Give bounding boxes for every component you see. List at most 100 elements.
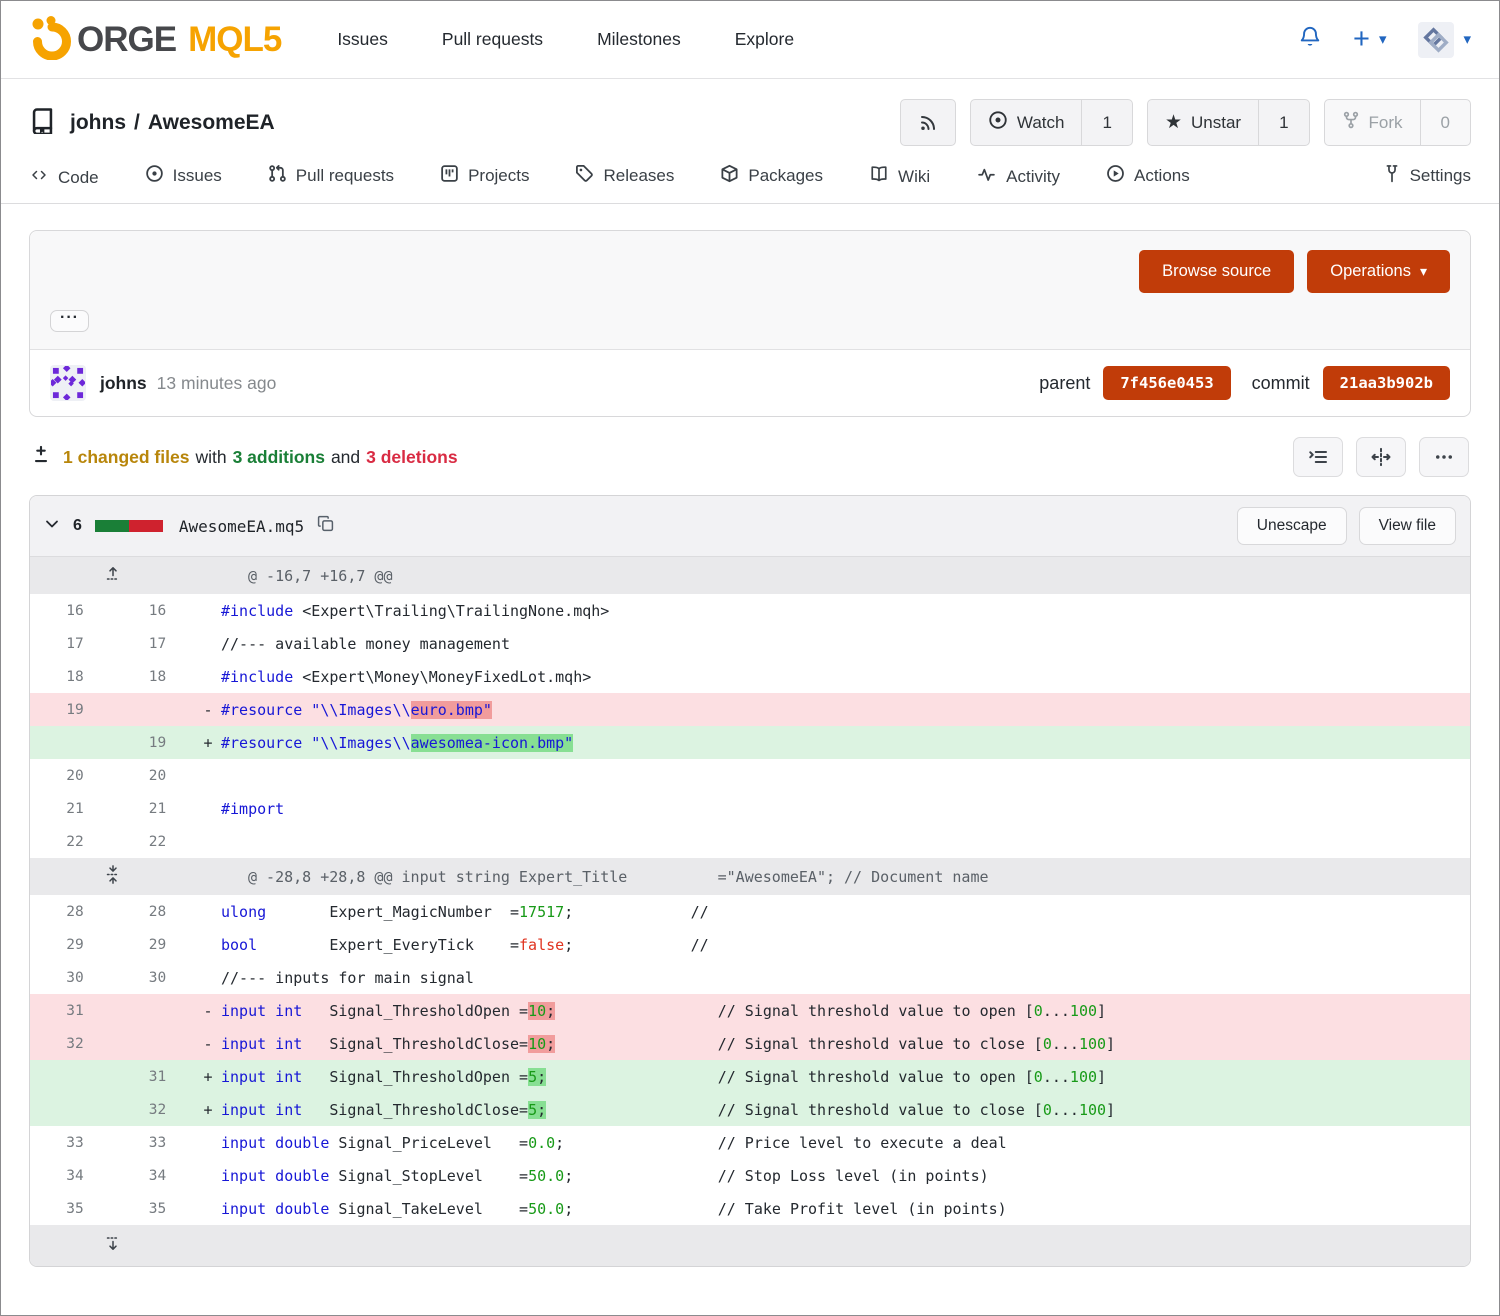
tab-issues[interactable]: Issues xyxy=(145,164,222,203)
split-view-button[interactable] xyxy=(1356,437,1406,477)
old-line-number[interactable] xyxy=(30,1093,120,1126)
tab-activity[interactable]: Activity xyxy=(976,166,1060,203)
old-line-number[interactable]: 20 xyxy=(30,759,120,792)
pulse-icon xyxy=(976,166,997,188)
tab-actions[interactable]: Actions xyxy=(1106,164,1190,203)
fork-button[interactable]: Fork 0 xyxy=(1324,99,1471,146)
old-line-number[interactable]: 34 xyxy=(30,1159,120,1192)
repo-owner-link[interactable]: johns xyxy=(70,111,126,135)
old-line-number[interactable]: 28 xyxy=(30,895,120,928)
tab-wiki[interactable]: Wiki xyxy=(869,165,930,203)
tab-projects[interactable]: Projects xyxy=(440,164,529,203)
unstar-button[interactable]: ★ Unstar 1 xyxy=(1147,99,1310,146)
commit-hash-button[interactable]: 21aa3b902b xyxy=(1323,366,1450,400)
file-tree-toggle-button[interactable] xyxy=(1293,437,1343,477)
nav-item-milestones[interactable]: Milestones xyxy=(597,29,681,50)
collapse-file-chevron-icon[interactable] xyxy=(44,516,60,537)
tab-code[interactable]: Code xyxy=(29,167,99,203)
old-line-number[interactable] xyxy=(30,1060,120,1093)
diff-options-ellipsis-button[interactable] xyxy=(1419,437,1469,477)
code-segment: ... xyxy=(1043,1068,1070,1086)
browse-source-button[interactable]: Browse source xyxy=(1139,250,1294,293)
repo-book-icon xyxy=(29,107,56,139)
old-line-number[interactable]: 31 xyxy=(30,994,120,1027)
project-board-icon xyxy=(440,164,459,188)
code-segment: 10 xyxy=(528,1035,546,1053)
new-line-number[interactable] xyxy=(120,693,195,726)
new-line-number[interactable]: 19 xyxy=(120,726,195,759)
code-segment: input double xyxy=(221,1167,329,1185)
operations-dropdown[interactable]: Operations ▾ xyxy=(1307,250,1450,293)
new-line-number[interactable]: 35 xyxy=(120,1192,195,1225)
code-segment: #resource xyxy=(221,734,302,752)
old-line-number[interactable]: 19 xyxy=(30,693,120,726)
expand-both-icon[interactable] xyxy=(30,858,195,895)
old-line-number[interactable]: 30 xyxy=(30,961,120,994)
unescape-button[interactable]: Unescape xyxy=(1237,507,1347,545)
old-line-number[interactable]: 16 xyxy=(30,594,120,627)
old-line-number[interactable]: 35 xyxy=(30,1192,120,1225)
new-line-number[interactable] xyxy=(120,1027,195,1060)
new-line-number[interactable]: 18 xyxy=(120,660,195,693)
code-segment: //--- available money management xyxy=(221,635,510,653)
watch-count[interactable]: 1 xyxy=(1081,100,1131,145)
code-line: input int Signal_ThresholdClose=5; // Si… xyxy=(221,1093,1470,1126)
old-line-number[interactable]: 29 xyxy=(30,928,120,961)
tab-packages[interactable]: Packages xyxy=(720,164,823,203)
repo-name-link[interactable]: AwesomeEA xyxy=(148,111,275,135)
parent-hash-button[interactable]: 7f456e0453 xyxy=(1103,366,1230,400)
expand-commit-message-button[interactable]: ··· xyxy=(50,310,89,332)
rss-button[interactable] xyxy=(900,99,956,146)
old-line-number[interactable]: 21 xyxy=(30,792,120,825)
new-line-number[interactable]: 21 xyxy=(120,792,195,825)
fork-count[interactable]: 0 xyxy=(1420,100,1470,145)
old-line-number[interactable]: 32 xyxy=(30,1027,120,1060)
user-avatar xyxy=(1418,22,1454,58)
new-line-number[interactable]: 32 xyxy=(120,1093,195,1126)
author-avatar[interactable] xyxy=(50,365,86,401)
star-count[interactable]: 1 xyxy=(1258,100,1308,145)
code-line: #resource "\\Images\\awesomea-icon.bmp" xyxy=(221,726,1470,759)
new-line-number[interactable]: 20 xyxy=(120,759,195,792)
new-line-number[interactable] xyxy=(120,994,195,1027)
nav-item-explore[interactable]: Explore xyxy=(735,29,794,50)
view-file-button[interactable]: View file xyxy=(1359,507,1456,545)
old-line-number[interactable] xyxy=(30,726,120,759)
tab-pull-requests[interactable]: Pull requests xyxy=(268,164,394,203)
copy-filename-icon[interactable] xyxy=(317,515,334,537)
diff-line-del: 31-input int Signal_ThresholdOpen =10; /… xyxy=(30,994,1470,1027)
new-line-number[interactable]: 16 xyxy=(120,594,195,627)
old-line-number[interactable]: 22 xyxy=(30,825,120,858)
expand-up-icon[interactable] xyxy=(30,557,195,594)
nav-item-pull-requests[interactable]: Pull requests xyxy=(442,29,543,50)
new-line-number[interactable]: 28 xyxy=(120,895,195,928)
code-segment: 50.0 xyxy=(528,1200,564,1218)
new-line-number[interactable]: 17 xyxy=(120,627,195,660)
diff-marker xyxy=(195,627,221,660)
new-line-number[interactable]: 33 xyxy=(120,1126,195,1159)
code-segment: 50.0 xyxy=(528,1167,564,1185)
old-line-number[interactable]: 18 xyxy=(30,660,120,693)
new-line-number[interactable]: 29 xyxy=(120,928,195,961)
diff-filename[interactable]: AwesomeEA.mq5 xyxy=(179,517,304,536)
new-line-number[interactable]: 34 xyxy=(120,1159,195,1192)
code-segment: ; // xyxy=(564,936,709,954)
old-line-number[interactable]: 17 xyxy=(30,627,120,660)
old-line-number[interactable]: 33 xyxy=(30,1126,120,1159)
new-line-number[interactable]: 22 xyxy=(120,825,195,858)
user-menu[interactable]: ▾ xyxy=(1418,22,1471,58)
tab-releases[interactable]: Releases xyxy=(575,164,674,203)
watch-button[interactable]: Watch 1 xyxy=(970,99,1133,146)
changed-files-count[interactable]: 1 changed files xyxy=(63,447,189,468)
create-new-button[interactable]: + ▾ xyxy=(1353,25,1386,54)
nav-item-issues[interactable]: Issues xyxy=(337,29,388,50)
new-line-number[interactable]: 30 xyxy=(120,961,195,994)
commit-author[interactable]: johns xyxy=(100,373,147,394)
code-segment: ; xyxy=(537,1101,546,1119)
expand-down-icon[interactable] xyxy=(30,1225,195,1266)
tab-settings[interactable]: Settings xyxy=(1383,164,1471,203)
forge-logo[interactable]: ORGE MQL5 xyxy=(29,14,281,65)
notifications-bell-icon[interactable] xyxy=(1299,25,1321,54)
tab-label: Projects xyxy=(468,166,529,186)
new-line-number[interactable]: 31 xyxy=(120,1060,195,1093)
